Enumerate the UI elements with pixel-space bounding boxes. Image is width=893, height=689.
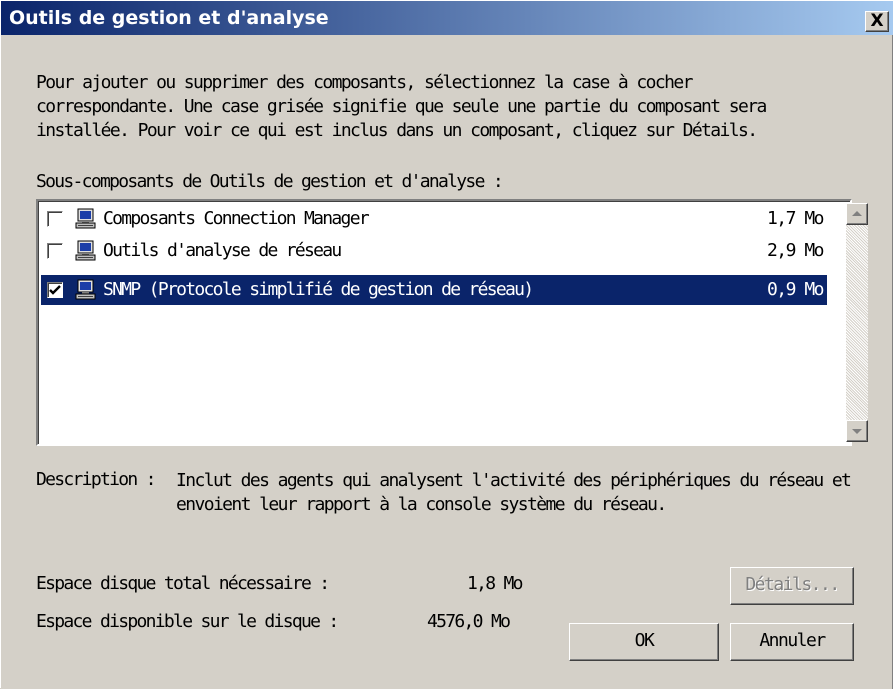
component-checkbox[interactable] — [47, 211, 63, 227]
details-button[interactable]: Détails... — [730, 567, 854, 605]
available-space-label: Espace disponible sur le disque : — [36, 611, 339, 632]
component-name: Composants Connection Manager — [103, 208, 370, 229]
window-title: Outils de gestion et d'analyse — [9, 7, 329, 29]
component-size: 1,7 Mo — [766, 208, 825, 229]
list-item[interactable]: Outils d'analyse de réseau 2,9 Mo — [41, 236, 827, 266]
ok-button[interactable]: OK — [569, 623, 719, 661]
title-bar[interactable]: Outils de gestion et d'analyse X — [1, 1, 893, 35]
dialog-window: Outils de gestion et d'analyse X Pour aj… — [0, 0, 893, 689]
total-space-value: 1,8 Mo — [467, 573, 524, 594]
description-line: Inclut des agents qui analysent l'activi… — [176, 470, 852, 491]
arrow-up-icon — [852, 211, 862, 216]
computer-icon — [75, 279, 96, 300]
scroll-down-button[interactable] — [846, 420, 868, 442]
arrow-down-icon — [852, 429, 862, 434]
subcomponents-label: Sous-composants de Outils de gestion et … — [36, 171, 504, 192]
component-size: 0,9 Mo — [766, 279, 825, 300]
list-item[interactable]: SNMP (Protocole simplifié de gestion de … — [41, 275, 827, 305]
list-item[interactable]: Composants Connection Manager 1,7 Mo — [41, 204, 827, 234]
component-name: SNMP (Protocole simplifié de gestion de … — [103, 279, 534, 300]
description-text: Inclut des agents qui analysent l'activi… — [176, 469, 852, 517]
intro-line: correspondante. Une case grisée signifie… — [36, 96, 767, 117]
intro-text: Pour ajouter ou supprimer des composants… — [36, 71, 767, 143]
scroll-up-button[interactable] — [846, 203, 868, 225]
intro-line: Pour ajouter ou supprimer des composants… — [36, 72, 693, 93]
cancel-button[interactable]: Annuler — [730, 623, 854, 661]
component-size: 2,9 Mo — [766, 240, 825, 261]
component-checkbox[interactable] — [47, 243, 63, 259]
description-line: envoient leur rapport à la console systè… — [176, 494, 667, 515]
close-icon: X — [870, 11, 884, 31]
available-space-value: 4576,0 Mo — [427, 611, 511, 632]
check-icon — [49, 285, 61, 295]
description-label: Description : — [36, 469, 156, 490]
component-name: Outils d'analyse de réseau — [103, 240, 342, 261]
computer-icon — [75, 240, 96, 261]
close-button[interactable]: X — [865, 11, 889, 32]
computer-icon — [75, 208, 96, 229]
vertical-scrollbar[interactable] — [846, 203, 868, 442]
total-space-label: Espace disque total nécessaire : — [36, 573, 330, 594]
intro-line: installée. Pour voir ce qui est inclus d… — [36, 120, 758, 141]
component-checkbox[interactable] — [47, 282, 63, 298]
components-listbox[interactable]: Composants Connection Manager 1,7 Mo Out… — [36, 199, 868, 446]
